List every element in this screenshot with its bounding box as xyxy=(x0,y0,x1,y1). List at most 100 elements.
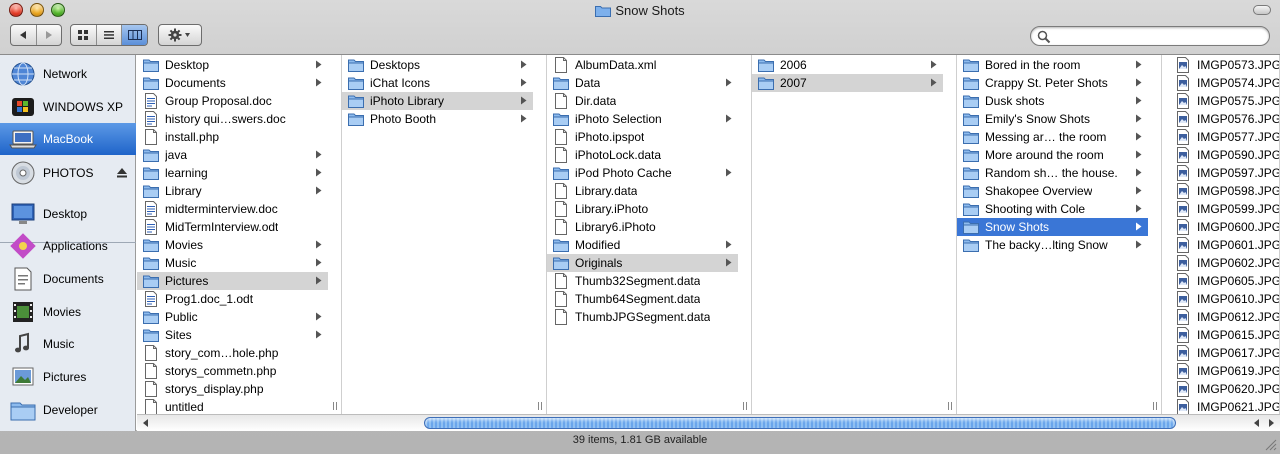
sidebar-item-photos[interactable]: PHOTOS xyxy=(0,157,136,189)
folder-row[interactable]: iPhoto Library xyxy=(342,92,533,110)
folder-row[interactable]: Bored in the room xyxy=(957,56,1148,74)
back-button[interactable] xyxy=(11,25,37,45)
file-row[interactable]: storys_commetn.php xyxy=(137,362,328,380)
file-row[interactable]: Dir.data xyxy=(547,92,738,110)
folder-row[interactable]: Shakopee Overview xyxy=(957,182,1148,200)
file-row[interactable]: IMGP0610.JPG xyxy=(1169,290,1279,308)
file-row[interactable]: Library.iPhoto xyxy=(547,200,738,218)
browser-column-6[interactable]: IMGP0573.JPG IMGP0574.JPG IMGP0575.JPG IMGP… xyxy=(1169,55,1280,414)
folder-row[interactable]: 2006 xyxy=(752,56,943,74)
horizontal-scrollbar[interactable] xyxy=(137,414,1280,431)
file-row[interactable]: IMGP0599.JPG xyxy=(1169,200,1279,218)
folder-row[interactable]: Movies xyxy=(137,236,328,254)
folder-row[interactable]: Snow Shots xyxy=(957,218,1148,236)
sidebar-item-music[interactable]: Music xyxy=(0,328,136,360)
column-resize-handle[interactable] xyxy=(742,401,748,411)
browser-column-5[interactable]: Bored in the room Crappy St. Peter Shots D… xyxy=(957,55,1162,414)
folder-row[interactable]: Documents xyxy=(137,74,328,92)
folder-row[interactable]: Modified xyxy=(547,236,738,254)
file-row[interactable]: install.php xyxy=(137,128,328,146)
browser-column-3[interactable]: AlbumData.xml Data Dir.data iPhoto Selectio… xyxy=(547,55,752,414)
file-row[interactable]: storys_display.php xyxy=(137,380,328,398)
file-row[interactable]: Prog1.doc_1.odt xyxy=(137,290,328,308)
browser-column-4[interactable]: 2006 2007 xyxy=(752,55,957,414)
folder-row[interactable]: Desktop xyxy=(137,56,328,74)
folder-row[interactable]: Random sh… the house. xyxy=(957,164,1148,182)
folder-row[interactable]: Desktops xyxy=(342,56,533,74)
list-view-button[interactable] xyxy=(97,25,123,45)
file-row[interactable]: IMGP0605.JPG xyxy=(1169,272,1279,290)
column-resize-handle[interactable] xyxy=(332,401,338,411)
sidebar-item-pictures[interactable]: Pictures xyxy=(0,361,136,393)
file-row[interactable]: IMGP0590.JPG xyxy=(1169,146,1279,164)
file-row[interactable]: IMGP0597.JPG xyxy=(1169,164,1279,182)
file-row[interactable]: IMGP0612.JPG xyxy=(1169,308,1279,326)
folder-row[interactable]: Sites xyxy=(137,326,328,344)
file-row[interactable]: IMGP0620.JPG xyxy=(1169,380,1279,398)
resize-grip-icon[interactable] xyxy=(1263,437,1277,451)
file-row[interactable]: IMGP0574.JPG xyxy=(1169,74,1279,92)
browser-column-2[interactable]: Desktops iChat Icons iPhoto Library Photo B… xyxy=(342,55,547,414)
folder-row[interactable]: Photo Booth xyxy=(342,110,533,128)
file-row[interactable]: IMGP0575.JPG xyxy=(1169,92,1279,110)
folder-row[interactable]: Originals xyxy=(547,254,738,272)
file-row[interactable]: untitled xyxy=(137,398,328,414)
eject-icon[interactable] xyxy=(116,167,128,178)
search-field[interactable] xyxy=(1030,26,1270,46)
file-row[interactable]: IMGP0598.JPG xyxy=(1169,182,1279,200)
action-menu-inner[interactable] xyxy=(159,25,201,45)
file-row[interactable]: IMGP0573.JPG xyxy=(1169,56,1279,74)
column-resize-handle[interactable] xyxy=(1152,401,1158,411)
folder-row[interactable]: learning xyxy=(137,164,328,182)
folder-row[interactable]: java xyxy=(137,146,328,164)
file-row[interactable]: Thumb64Segment.data xyxy=(547,290,738,308)
sidebar-item-applications[interactable]: Applications xyxy=(0,230,136,262)
folder-row[interactable]: Library xyxy=(137,182,328,200)
folder-row[interactable]: iChat Icons xyxy=(342,74,533,92)
folder-row[interactable]: Public xyxy=(137,308,328,326)
file-row[interactable]: iPhotoLock.data xyxy=(547,146,738,164)
sidebar-item-macbook[interactable]: MacBook xyxy=(0,123,136,155)
folder-row[interactable]: Pictures xyxy=(137,272,328,290)
file-row[interactable]: history qui…swers.doc xyxy=(137,110,328,128)
file-row[interactable]: iPhoto.ipspot xyxy=(547,128,738,146)
column-resize-handle[interactable] xyxy=(947,401,953,411)
file-row[interactable]: ThumbJPGSegment.data xyxy=(547,308,738,326)
sidebar-item-developer[interactable]: Developer xyxy=(0,394,136,426)
folder-row[interactable]: iPhoto Selection xyxy=(547,110,738,128)
folder-row[interactable]: The backy…lting Snow xyxy=(957,236,1148,254)
file-row[interactable]: MidTermInterview.odt xyxy=(137,218,328,236)
folder-row[interactable]: 2007 xyxy=(752,74,943,92)
sidebar-item-desktop[interactable]: Desktop xyxy=(0,198,136,230)
folder-row[interactable]: Messing ar… the room xyxy=(957,128,1148,146)
file-row[interactable]: IMGP0619.JPG xyxy=(1169,362,1279,380)
toolbar-toggle-button[interactable] xyxy=(1253,5,1271,15)
file-row[interactable]: IMGP0577.JPG xyxy=(1169,128,1279,146)
sidebar-item-network[interactable]: Network xyxy=(0,58,136,90)
sidebar-item-documents[interactable]: Documents xyxy=(0,263,136,295)
file-row[interactable]: Library.data xyxy=(547,182,738,200)
file-row[interactable]: AlbumData.xml xyxy=(547,56,738,74)
action-menu-button[interactable] xyxy=(158,24,202,46)
file-row[interactable]: IMGP0615.JPG xyxy=(1169,326,1279,344)
scrollbar-thumb[interactable] xyxy=(424,417,1176,429)
file-row[interactable]: story_com…hole.php xyxy=(137,344,328,362)
scroll-left-arrow-icon-2[interactable] xyxy=(1250,417,1264,429)
folder-row[interactable]: Crappy St. Peter Shots xyxy=(957,74,1148,92)
file-row[interactable]: IMGP0601.JPG xyxy=(1169,236,1279,254)
file-row[interactable]: IMGP0576.JPG xyxy=(1169,110,1279,128)
folder-row[interactable]: Data xyxy=(547,74,738,92)
folder-row[interactable]: Dusk shots xyxy=(957,92,1148,110)
folder-row[interactable]: Shooting with Cole xyxy=(957,200,1148,218)
folder-row[interactable]: More around the room xyxy=(957,146,1148,164)
folder-row[interactable]: Music xyxy=(137,254,328,272)
icon-view-button[interactable] xyxy=(71,25,97,45)
file-row[interactable]: IMGP0621.JPG xyxy=(1169,398,1279,414)
folder-row[interactable]: Emily's Snow Shots xyxy=(957,110,1148,128)
file-row[interactable]: midterminterview.doc xyxy=(137,200,328,218)
column-view-button[interactable] xyxy=(122,25,147,45)
file-row[interactable]: IMGP0602.JPG xyxy=(1169,254,1279,272)
column-resize-handle[interactable] xyxy=(537,401,543,411)
sidebar-item-movies[interactable]: Movies xyxy=(0,296,136,328)
file-row[interactable]: Library6.iPhoto xyxy=(547,218,738,236)
